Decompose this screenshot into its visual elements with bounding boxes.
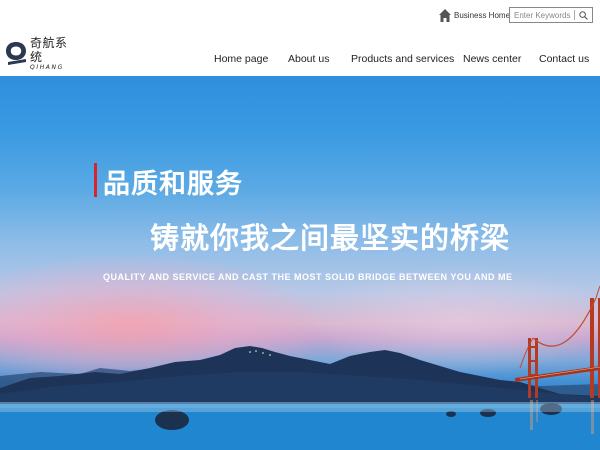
- business-home-link[interactable]: Business Home: [439, 7, 510, 23]
- search-box: [509, 7, 593, 23]
- magnifier-icon: [579, 10, 588, 20]
- hero-tagline: QUALITY AND SERVICE AND CAST THE MOST SO…: [103, 272, 513, 282]
- nav-news-center[interactable]: News center: [463, 53, 521, 65]
- search-input[interactable]: [510, 8, 574, 22]
- hero-headline-secondary: 铸就你我之间最坚实的桥梁: [150, 221, 511, 255]
- hero-banner: 品质和服务 铸就你我之间最坚实的桥梁 QUALITY AND SERVICE A…: [0, 76, 600, 450]
- business-home-label: Business Home: [454, 10, 511, 20]
- nav-about-us[interactable]: About us: [288, 53, 329, 65]
- headline-accent-bar: [94, 163, 97, 197]
- landscape-illustration: [0, 285, 600, 450]
- main-nav: Home page About us Products and services…: [0, 53, 600, 69]
- nav-products-and-services[interactable]: Products and services: [351, 53, 454, 65]
- nav-contact-us[interactable]: Contact us: [539, 53, 589, 65]
- hero-headline-primary: 品质和服务: [103, 169, 243, 200]
- nav-home-page[interactable]: Home page: [214, 53, 268, 65]
- search-button[interactable]: [575, 8, 592, 22]
- house-icon: [439, 8, 451, 22]
- top-bar: Business Home: [0, 0, 600, 30]
